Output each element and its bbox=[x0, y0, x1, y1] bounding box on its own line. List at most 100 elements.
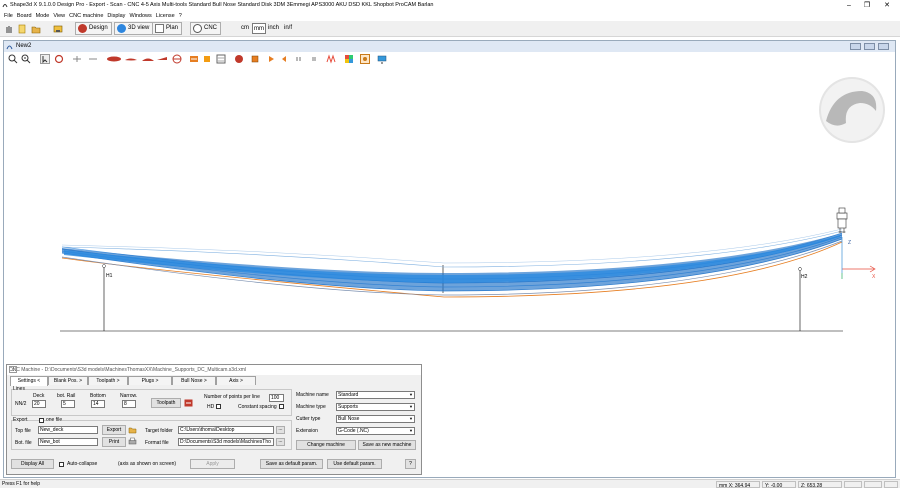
axis-horizontal-icon[interactable] bbox=[72, 54, 82, 64]
close-button[interactable]: ✕ bbox=[881, 1, 893, 10]
unit-inch[interactable]: inch bbox=[267, 23, 280, 34]
tab-plugs[interactable]: Plugs > bbox=[128, 376, 172, 385]
format-file-browse-button[interactable]: ... bbox=[276, 438, 285, 446]
tab-bull-nose[interactable]: Bull Nose > bbox=[172, 376, 216, 385]
zoom-fit-icon[interactable] bbox=[21, 54, 31, 64]
point-h2[interactable] bbox=[798, 267, 802, 271]
settings-selected-icon[interactable] bbox=[360, 54, 370, 64]
constant-spacing-checkbox[interactable] bbox=[279, 404, 284, 409]
grid-icon[interactable] bbox=[216, 54, 226, 64]
axis-vertical-icon[interactable] bbox=[88, 54, 98, 64]
toolpath-color-icon[interactable] bbox=[184, 399, 193, 407]
menu-display[interactable]: Display bbox=[107, 13, 125, 19]
menu-file[interactable]: File bbox=[4, 13, 13, 19]
zoom-icon[interactable] bbox=[8, 54, 18, 64]
nn2-label: NN/2 bbox=[15, 401, 27, 407]
toolpath-icon[interactable] bbox=[326, 54, 336, 64]
save-file-icon[interactable] bbox=[53, 24, 63, 34]
target-folder-field[interactable]: C:\Users\thoma\Desktop bbox=[178, 426, 274, 434]
menu-mode[interactable]: Mode bbox=[36, 13, 50, 19]
hd-label: HD bbox=[207, 404, 215, 410]
use-default-button[interactable]: Use default param. bbox=[327, 459, 382, 469]
narrow-label: Narrow. bbox=[120, 393, 138, 399]
print-button[interactable]: Print bbox=[102, 437, 126, 447]
step-back-icon[interactable] bbox=[279, 54, 289, 64]
tab-toolpath[interactable]: Toolpath > bbox=[88, 376, 128, 385]
machine-icon[interactable] bbox=[250, 54, 260, 64]
menu-help[interactable]: ? bbox=[179, 13, 182, 19]
play-icon[interactable] bbox=[266, 54, 276, 64]
tab-settings[interactable]: Settings < bbox=[10, 376, 48, 386]
cutter-type-select[interactable]: Bull Nose bbox=[336, 415, 415, 423]
pointer-icon[interactable] bbox=[40, 54, 50, 64]
menu-board[interactable]: Board bbox=[17, 13, 32, 19]
monitor-icon[interactable] bbox=[377, 54, 387, 64]
design-button[interactable]: Design bbox=[75, 22, 112, 35]
maximize-button[interactable]: ❐ bbox=[861, 1, 873, 10]
3d-view-button[interactable]: 3D view bbox=[114, 22, 154, 35]
narrow-field[interactable]: 8 bbox=[122, 400, 136, 408]
export-folder-icon[interactable] bbox=[128, 425, 137, 434]
deck-field[interactable]: 20 bbox=[32, 400, 46, 408]
menu-view[interactable]: View bbox=[53, 13, 65, 19]
slice-icon[interactable] bbox=[172, 54, 182, 64]
minimize-button[interactable]: – bbox=[843, 1, 855, 10]
machine-type-select[interactable]: Supports bbox=[336, 403, 415, 411]
export-button[interactable]: Export bbox=[102, 425, 126, 435]
display-all-button[interactable]: Display All bbox=[11, 459, 54, 469]
dialog-close-button[interactable]: x bbox=[9, 366, 17, 373]
color-palette-icon[interactable] bbox=[344, 54, 354, 64]
help-button[interactable]: ? bbox=[405, 459, 416, 469]
board-outline-icon[interactable] bbox=[106, 54, 122, 64]
target-folder-browse-button[interactable]: ... bbox=[276, 426, 285, 434]
rotate-icon[interactable] bbox=[54, 54, 64, 64]
format-file-field[interactable]: D:\Documents\S3d models\MachinesTho bbox=[178, 438, 274, 446]
save-new-machine-button[interactable]: Save as new machine bbox=[358, 440, 416, 450]
document-title-bar: New2 bbox=[4, 41, 895, 52]
record-icon[interactable] bbox=[234, 54, 244, 64]
hand-icon[interactable] bbox=[4, 24, 14, 34]
open-file-icon[interactable] bbox=[31, 24, 41, 34]
plan-button[interactable]: Plan bbox=[152, 22, 183, 35]
hd-checkbox[interactable] bbox=[216, 404, 221, 409]
unit-mm[interactable]: mm bbox=[252, 23, 266, 34]
bottom-field[interactable]: 14 bbox=[91, 400, 105, 408]
apply-button[interactable]: Apply bbox=[190, 459, 235, 469]
machine-name-select[interactable]: Standard bbox=[336, 391, 415, 399]
tab-axis[interactable]: Axis > bbox=[216, 376, 256, 385]
dialog-title: CNC Machine - D:\Documents\S3d models\Ma… bbox=[9, 367, 247, 373]
machine-type-label: Machine type bbox=[296, 404, 326, 410]
doc-close-button[interactable] bbox=[878, 43, 889, 50]
new-file-icon[interactable] bbox=[17, 24, 27, 34]
box-icon[interactable] bbox=[202, 54, 212, 64]
unit-in-f[interactable]: in/f bbox=[283, 23, 293, 34]
extension-select[interactable]: G-Code (.NC) bbox=[336, 427, 415, 435]
menu-cnc-machine[interactable]: CNC machine bbox=[69, 13, 103, 19]
cnc-button[interactable]: CNC bbox=[190, 22, 221, 35]
point-h1[interactable] bbox=[102, 264, 106, 268]
points-per-line-field[interactable]: 100 bbox=[269, 394, 284, 402]
tab-blank-pos[interactable]: Blank Pos. > bbox=[48, 376, 88, 385]
doc-restore-button[interactable] bbox=[864, 43, 875, 50]
top-file-label: Top file bbox=[15, 428, 31, 434]
menu-license[interactable]: License bbox=[156, 13, 175, 19]
label-z: Z bbox=[848, 240, 851, 246]
unit-cm[interactable]: cm bbox=[240, 23, 250, 34]
change-machine-button[interactable]: Change machine bbox=[296, 440, 356, 450]
one-file-checkbox[interactable] bbox=[39, 418, 44, 423]
bot-file-field[interactable]: New_bot bbox=[38, 438, 98, 446]
bot-rail-field[interactable]: 5 bbox=[61, 400, 75, 408]
rocker-icon[interactable] bbox=[141, 54, 155, 64]
layers-icon[interactable] bbox=[189, 54, 199, 64]
doc-minimize-button[interactable] bbox=[850, 43, 861, 50]
pause-icon[interactable] bbox=[294, 54, 304, 64]
printer-icon[interactable] bbox=[128, 437, 137, 446]
menu-windows[interactable]: Windows bbox=[129, 13, 151, 19]
auto-collapse-checkbox[interactable] bbox=[59, 462, 64, 467]
board-profile-icon[interactable] bbox=[124, 54, 138, 64]
save-default-button[interactable]: Save as default param. bbox=[260, 459, 323, 469]
toolpath-button[interactable]: Toolpath bbox=[151, 398, 181, 408]
top-file-field[interactable]: New_deck bbox=[38, 426, 98, 434]
stop-icon[interactable] bbox=[309, 54, 319, 64]
rail-icon[interactable] bbox=[156, 54, 168, 64]
